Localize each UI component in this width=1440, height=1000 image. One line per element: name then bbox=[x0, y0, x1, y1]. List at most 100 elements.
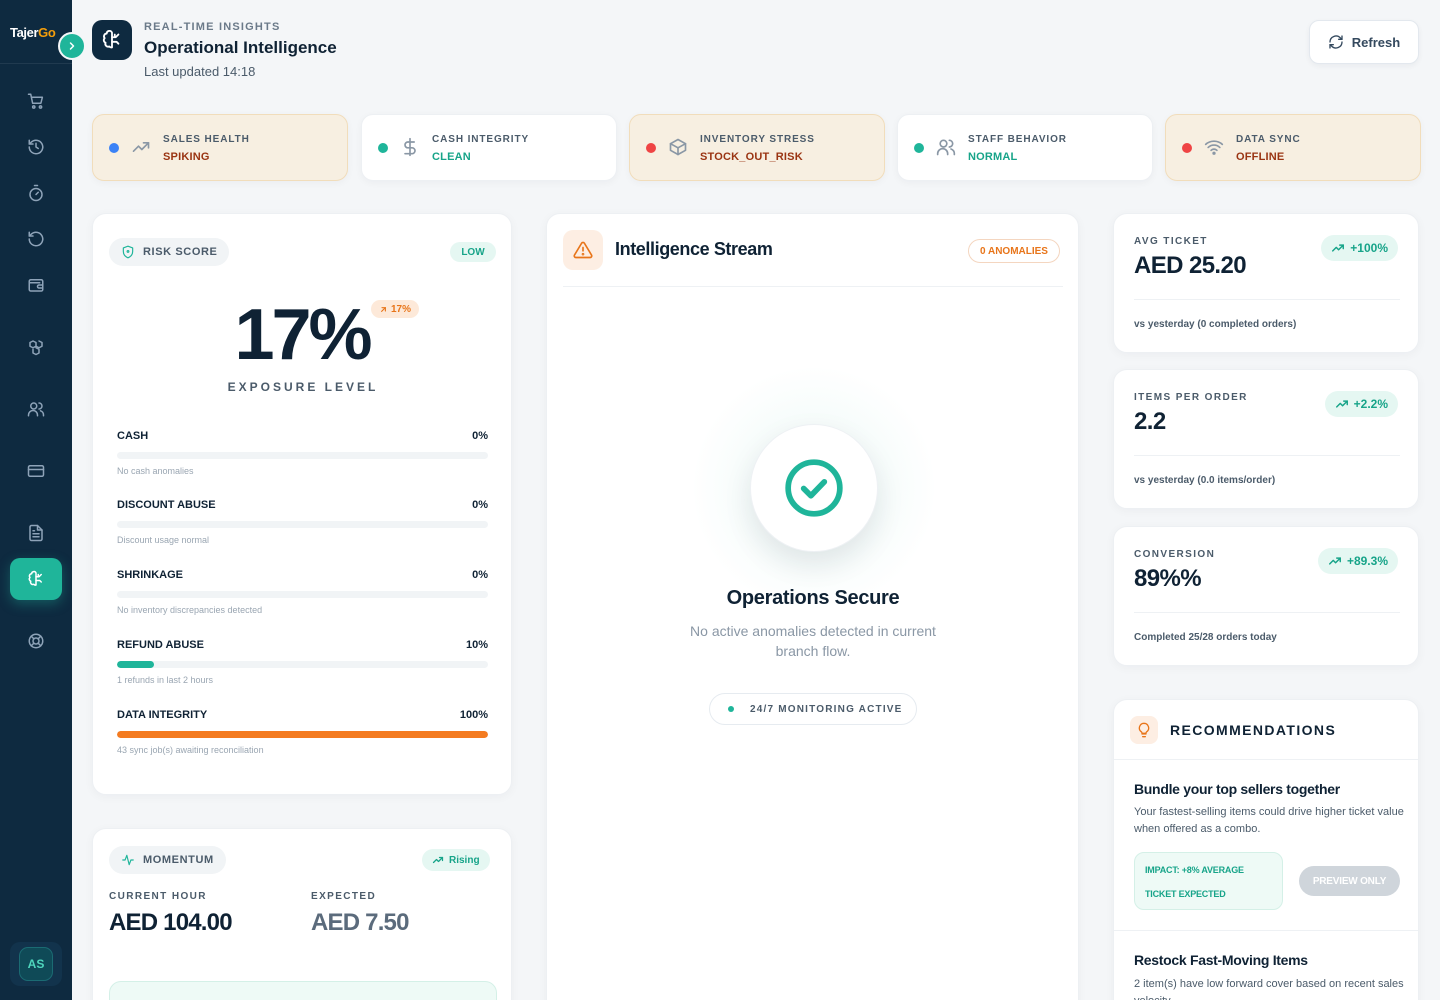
preview-only-button[interactable]: PREVIEW ONLY bbox=[1299, 866, 1400, 896]
secure-title: Operations Secure bbox=[726, 587, 900, 609]
status-label: CASH INTEGRITY bbox=[432, 134, 530, 145]
status-dot bbox=[1182, 143, 1192, 153]
status-dot bbox=[378, 143, 388, 153]
risk-bar bbox=[117, 731, 488, 738]
sidebar: TajerGo AS bbox=[0, 0, 72, 1000]
status-card-staff-behavior[interactable]: STAFF BEHAVIOR NORMAL bbox=[897, 114, 1153, 181]
kpi-value: 2.2 bbox=[1134, 408, 1166, 435]
status-label: INVENTORY STRESS bbox=[700, 134, 815, 145]
sidebar-item-refunds[interactable] bbox=[10, 218, 62, 260]
trend-up-icon bbox=[432, 856, 444, 864]
sidebar-item-history[interactable] bbox=[10, 126, 62, 168]
risk-bar bbox=[117, 452, 488, 459]
last-updated: Last updated 14:18 bbox=[144, 64, 256, 79]
kpi-value: AED 25.20 bbox=[1134, 252, 1247, 279]
sidebar-item-cart[interactable] bbox=[10, 80, 62, 122]
sidebar-item-cards[interactable] bbox=[10, 450, 62, 492]
status-value: SPIKING bbox=[163, 151, 210, 163]
page-icon bbox=[92, 20, 132, 60]
timer-icon bbox=[29, 184, 43, 202]
sidebar-item-timer[interactable] bbox=[10, 172, 62, 214]
recommendation-description: Your fastest-selling items could drive h… bbox=[1134, 806, 1404, 835]
status-dot bbox=[914, 143, 924, 153]
risk-bar-fill bbox=[117, 661, 155, 668]
lightbulb-icon bbox=[1138, 722, 1150, 738]
kpi-subtext: vs yesterday (0 completed orders) bbox=[1134, 319, 1297, 330]
brain-icon bbox=[28, 570, 42, 586]
sidebar-item-intelligence[interactable] bbox=[10, 558, 62, 600]
status-dot bbox=[646, 143, 656, 153]
sidebar-item-staff[interactable] bbox=[10, 388, 62, 430]
kpi-divider bbox=[1134, 612, 1400, 613]
status-value: CLEAN bbox=[432, 151, 471, 163]
brain-icon bbox=[102, 30, 120, 49]
history-icon bbox=[28, 139, 44, 155]
brand-logo[interactable]: TajerGo bbox=[10, 25, 56, 40]
monitoring-status-pill: 24/7 MONITORING ACTIVE bbox=[709, 693, 917, 725]
dollar-icon bbox=[404, 137, 416, 157]
status-dot bbox=[109, 143, 119, 153]
momentum-badge: Rising bbox=[422, 849, 490, 871]
recommendation-title: Bundle your top sellers together bbox=[1134, 781, 1340, 797]
stream-divider bbox=[563, 286, 1063, 287]
cart-icon bbox=[27, 93, 44, 109]
kpi-subtext: vs yesterday (0.0 items/order) bbox=[1134, 475, 1276, 486]
page-title: Operational Intelligence bbox=[144, 38, 337, 57]
risk-score-label: RISK SCORE bbox=[109, 238, 230, 266]
kpi-card-items-per-order: ITEMS PER ORDER 2.2 +2.2% vs yesterday (… bbox=[1113, 369, 1419, 509]
sidebar-expand-button[interactable] bbox=[58, 32, 86, 60]
status-card-data-sync[interactable]: DATA SYNC OFFLINE bbox=[1165, 114, 1421, 181]
credit-card-icon bbox=[27, 465, 45, 477]
status-label: SALES HEALTH bbox=[163, 134, 250, 145]
kpi-card-conversion: CONVERSION 89%% +89.3% Completed 25/28 o… bbox=[1113, 526, 1419, 666]
activity-icon bbox=[122, 854, 134, 866]
risk-trend-chip: 17% bbox=[371, 300, 420, 318]
rec-icon-box bbox=[1130, 716, 1158, 744]
risk-bar bbox=[117, 661, 488, 668]
risk-level-badge: LOW bbox=[450, 242, 496, 262]
expected-label: EXPECTED bbox=[311, 891, 377, 902]
user-menu[interactable]: AS bbox=[10, 942, 62, 986]
refresh-label: Refresh bbox=[1351, 34, 1401, 50]
exposure-level-label: EXPOSURE LEVEL bbox=[227, 380, 379, 394]
momentum-card: MOMENTUM Rising CURRENT HOUR AED 104.00 … bbox=[92, 828, 512, 1000]
refresh-button[interactable]: Refresh bbox=[1309, 20, 1419, 64]
status-card-sales-health[interactable]: SALES HEALTH SPIKING bbox=[92, 114, 348, 181]
risk-row-discount-abuse: DISCOUNT ABUSE 0% Discount usage normal bbox=[117, 499, 488, 545]
momentum-label: MOMENTUM bbox=[109, 846, 226, 874]
kpi-delta-badge: +2.2% bbox=[1324, 391, 1398, 417]
kpi-delta-badge: +100% bbox=[1321, 235, 1398, 261]
sidebar-item-support[interactable] bbox=[10, 620, 62, 662]
status-label: STAFF BEHAVIOR bbox=[968, 134, 1067, 145]
status-card-cash-integrity[interactable]: CASH INTEGRITY CLEAN bbox=[361, 114, 617, 181]
recommendations-card: RECOMMENDATIONS Bundle your top sellers … bbox=[1113, 699, 1419, 1000]
kpi-label: AVG TICKET bbox=[1134, 236, 1208, 247]
check-circle-icon bbox=[785, 459, 843, 517]
kpi-value: 89%% bbox=[1134, 565, 1202, 592]
status-value: NORMAL bbox=[968, 151, 1018, 163]
current-hour-label: CURRENT HOUR bbox=[109, 891, 207, 902]
recommendation-title: Restock Fast-Moving Items bbox=[1134, 952, 1308, 968]
sidebar-item-products[interactable] bbox=[10, 326, 62, 368]
kpi-label: ITEMS PER ORDER bbox=[1134, 392, 1248, 403]
kpi-delta-badge: +89.3% bbox=[1317, 548, 1398, 574]
undo-icon bbox=[28, 231, 44, 247]
secure-description: No active anomalies detected in current … bbox=[690, 623, 936, 659]
users-icon bbox=[936, 139, 956, 156]
sidebar-item-wallet[interactable] bbox=[10, 264, 62, 306]
momentum-insight-box bbox=[109, 981, 497, 1000]
monitoring-dot bbox=[728, 706, 734, 712]
users-icon bbox=[27, 402, 45, 417]
sidebar-item-reports[interactable] bbox=[10, 512, 62, 554]
status-value: STOCK_OUT_RISK bbox=[700, 151, 803, 163]
risk-bar-fill bbox=[117, 731, 488, 738]
intelligence-stream-card: Intelligence Stream 0 ANOMALIES Operatio… bbox=[546, 213, 1079, 1000]
boxes-icon bbox=[29, 340, 43, 356]
refresh-icon bbox=[1329, 35, 1343, 49]
risk-bar bbox=[117, 591, 488, 598]
status-card-inventory-stress[interactable]: INVENTORY STRESS STOCK_OUT_RISK bbox=[629, 114, 885, 181]
avatar: AS bbox=[19, 947, 53, 981]
recommendation-divider bbox=[1114, 930, 1418, 931]
kpi-divider bbox=[1134, 455, 1400, 456]
page-kicker: REAL-TIME INSIGHTS bbox=[144, 21, 281, 33]
